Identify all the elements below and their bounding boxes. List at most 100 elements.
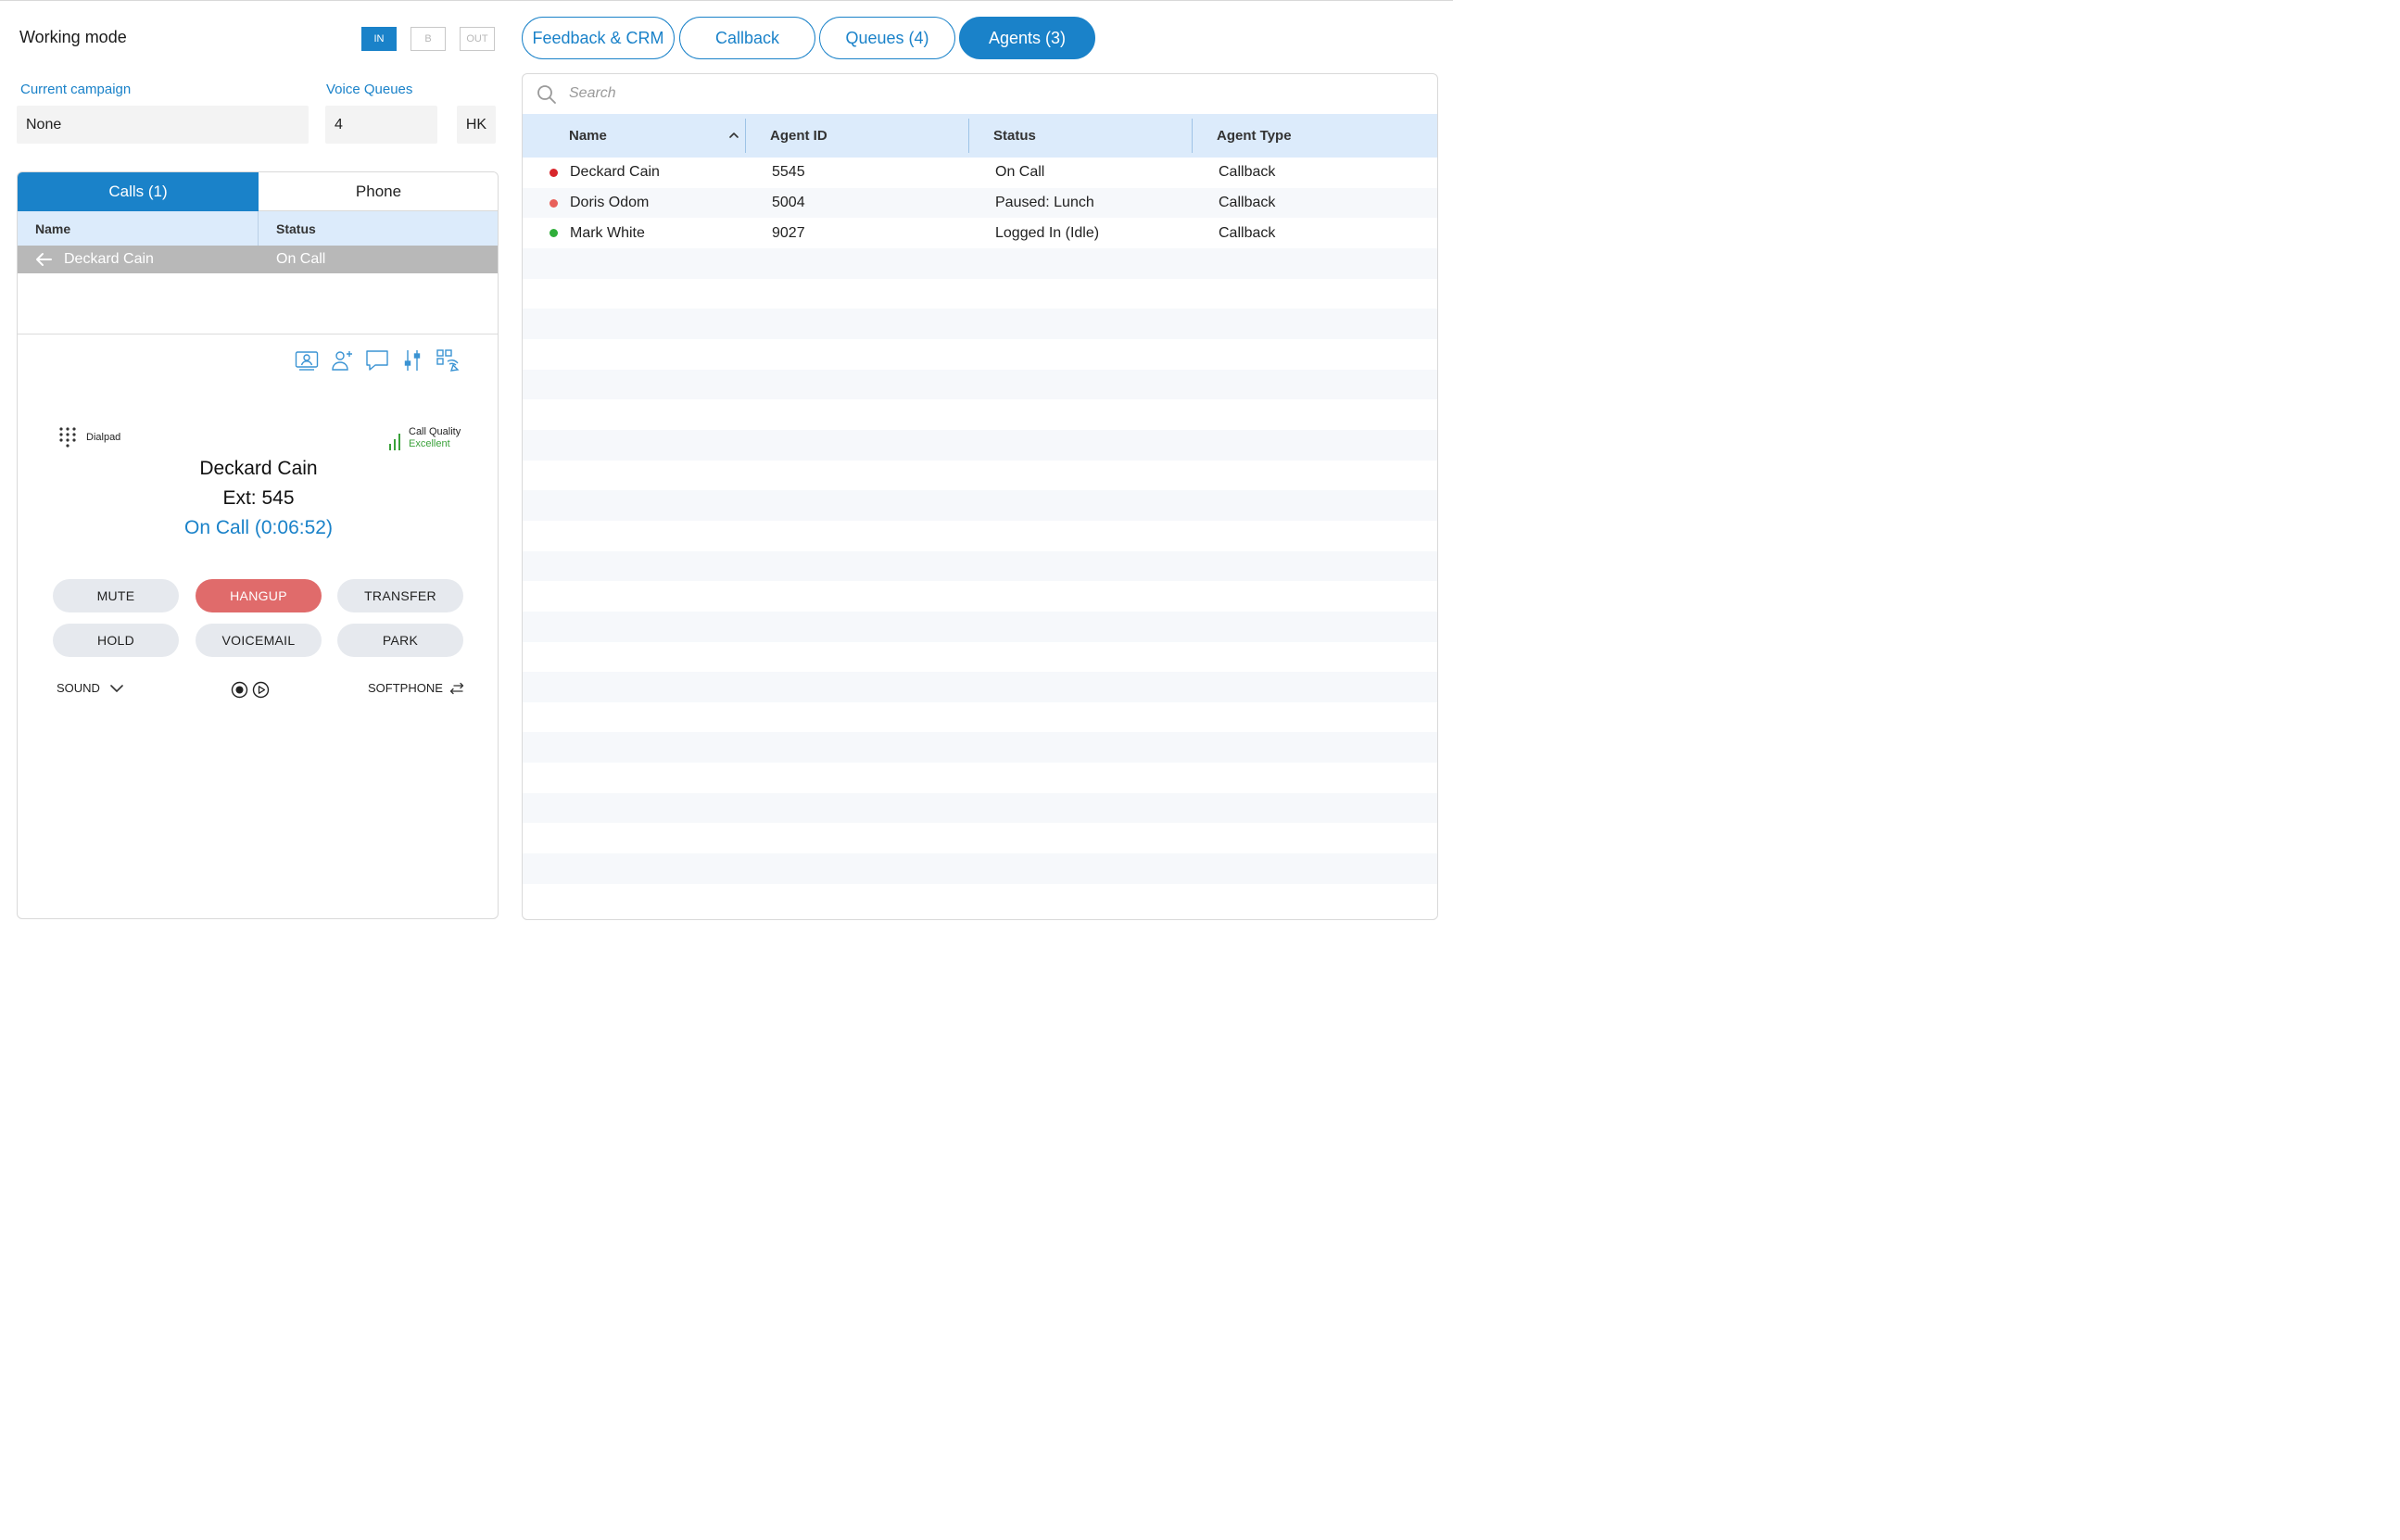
empty-table-row [523, 792, 1437, 824]
dialpad-toggle[interactable]: Dialpad [58, 426, 120, 448]
region-field[interactable]: HK [457, 106, 496, 144]
chat-icon[interactable] [365, 348, 389, 372]
voice-queues-label: Voice Queues [326, 82, 413, 97]
agent-status-cell: Logged In (Idle) [995, 224, 1100, 241]
top-border [0, 0, 1453, 1]
swap-arrows-icon [449, 682, 464, 694]
column-divider[interactable] [745, 119, 746, 153]
mode-in-button[interactable]: IN [361, 27, 397, 51]
agent-status-cell: Paused: Lunch [995, 194, 1094, 210]
status-dot-icon [549, 229, 558, 238]
tab-agents[interactable]: Agents (3) [959, 17, 1095, 59]
record-icon[interactable] [231, 681, 248, 699]
tab-callback[interactable]: Callback [679, 17, 815, 59]
call-toolbar [295, 348, 460, 372]
calls-col-name[interactable]: Name [18, 211, 259, 246]
empty-table-row [523, 642, 1437, 673]
divider [18, 334, 498, 335]
call-quality-text: Call Quality Excellent [409, 426, 461, 450]
agents-table-body: Deckard Cain 5545 On Call Callback Doris Odo… [523, 158, 1437, 914]
empty-table-row [523, 550, 1437, 582]
softphone-label: SOFTPHONE [368, 681, 443, 695]
empty-table-row [523, 309, 1437, 339]
call-quality: Call Quality Excellent [388, 426, 461, 450]
current-campaign-label: Current campaign [20, 82, 132, 97]
agent-name-cell: Mark White [570, 224, 645, 241]
mode-out-button[interactable]: OUT [460, 27, 495, 51]
table-row[interactable]: Deckard Cain 5545 On Call Callback [523, 158, 1437, 188]
empty-table-row [523, 521, 1437, 551]
agent-type-cell: Callback [1219, 194, 1276, 210]
empty-table-row [523, 763, 1437, 793]
agent-id-cell: 5004 [772, 194, 805, 210]
agents-search[interactable]: Search [523, 74, 1437, 114]
arrow-left-icon [36, 253, 52, 266]
play-icon[interactable] [252, 681, 270, 699]
empty-table-row [523, 247, 1437, 279]
column-divider[interactable] [968, 119, 969, 153]
hold-button[interactable]: HOLD [53, 624, 179, 657]
status-dot-icon [549, 169, 558, 177]
agents-panel: Search Name Agent ID Status Agent Type D… [522, 73, 1438, 920]
calls-card: Calls (1) Phone Name Status Deckard Cain… [17, 171, 499, 919]
campaign-value: None [26, 116, 62, 133]
sound-dropdown[interactable]: SOUND [57, 681, 124, 695]
sliders-icon[interactable] [400, 348, 424, 372]
dialpad-icon [59, 427, 76, 448]
empty-table-row [523, 702, 1437, 733]
chevron-down-icon [110, 684, 123, 692]
call-peer-extension: Ext: 545 [222, 487, 295, 509]
tab-calls[interactable]: Calls (1) [18, 172, 259, 211]
sound-label: SOUND [57, 681, 100, 695]
voice-queues-field[interactable]: 4 [325, 106, 437, 144]
empty-table-row [523, 581, 1437, 612]
agent-id-cell: 5545 [772, 164, 805, 181]
calls-tabs: Calls (1) Phone [18, 172, 498, 211]
calls-col-status[interactable]: Status [259, 211, 498, 246]
status-dot-icon [549, 198, 558, 208]
empty-table-row [523, 823, 1437, 853]
call-quality-label: Call Quality [409, 426, 461, 437]
tab-phone[interactable]: Phone [259, 172, 498, 211]
working-mode-title: Working mode [19, 28, 127, 46]
qr-touch-icon[interactable] [436, 348, 460, 372]
empty-table-row [523, 672, 1437, 702]
call-row-name-cell: Deckard Cain [18, 246, 259, 273]
tab-feedback-crm[interactable]: Feedback & CRM [522, 17, 675, 59]
col-agent-id[interactable]: Agent ID [770, 114, 827, 158]
recording-controls [231, 681, 270, 699]
call-quality-value: Excellent [409, 438, 450, 449]
column-divider[interactable] [1192, 119, 1193, 153]
contact-card-icon[interactable] [295, 348, 319, 372]
add-user-icon[interactable] [330, 348, 354, 372]
search-icon [537, 85, 556, 104]
col-name[interactable]: Name [569, 114, 607, 158]
table-row[interactable]: Doris Odom 5004 Paused: Lunch Callback [523, 187, 1437, 219]
agent-id-cell: 9027 [772, 224, 805, 241]
search-input[interactable]: Search [569, 85, 616, 102]
empty-table-row [523, 429, 1437, 461]
campaign-select[interactable]: None [17, 106, 309, 144]
empty-table-row [523, 853, 1437, 884]
col-status[interactable]: Status [993, 114, 1036, 158]
empty-table-row [523, 399, 1437, 430]
col-agent-type[interactable]: Agent Type [1217, 114, 1292, 158]
transfer-button[interactable]: TRANSFER [337, 579, 463, 612]
mode-break-button[interactable]: B [411, 27, 446, 51]
agent-name-cell: Deckard Cain [570, 164, 660, 181]
sort-ascending-icon[interactable] [728, 131, 739, 139]
park-button[interactable]: PARK [337, 624, 463, 657]
hangup-button[interactable]: HANGUP [196, 579, 322, 612]
tab-queues[interactable]: Queues (4) [819, 17, 955, 59]
softphone-toggle[interactable]: SOFTPHONE [368, 681, 465, 695]
empty-table-row [523, 611, 1437, 642]
voicemail-button[interactable]: VOICEMAIL [196, 624, 322, 657]
call-status-timer: On Call (0:06:52) [184, 517, 333, 538]
call-row-name: Deckard Cain [64, 251, 154, 267]
empty-table-row [523, 369, 1437, 400]
agents-table-header: Name Agent ID Status Agent Type [523, 114, 1437, 158]
mute-button[interactable]: MUTE [53, 579, 179, 612]
table-row[interactable]: Mark White 9027 Logged In (Idle) Callback [523, 218, 1437, 248]
calls-table-row[interactable]: Deckard Cain On Call [18, 246, 498, 273]
calls-table-header: Name Status [18, 211, 498, 246]
